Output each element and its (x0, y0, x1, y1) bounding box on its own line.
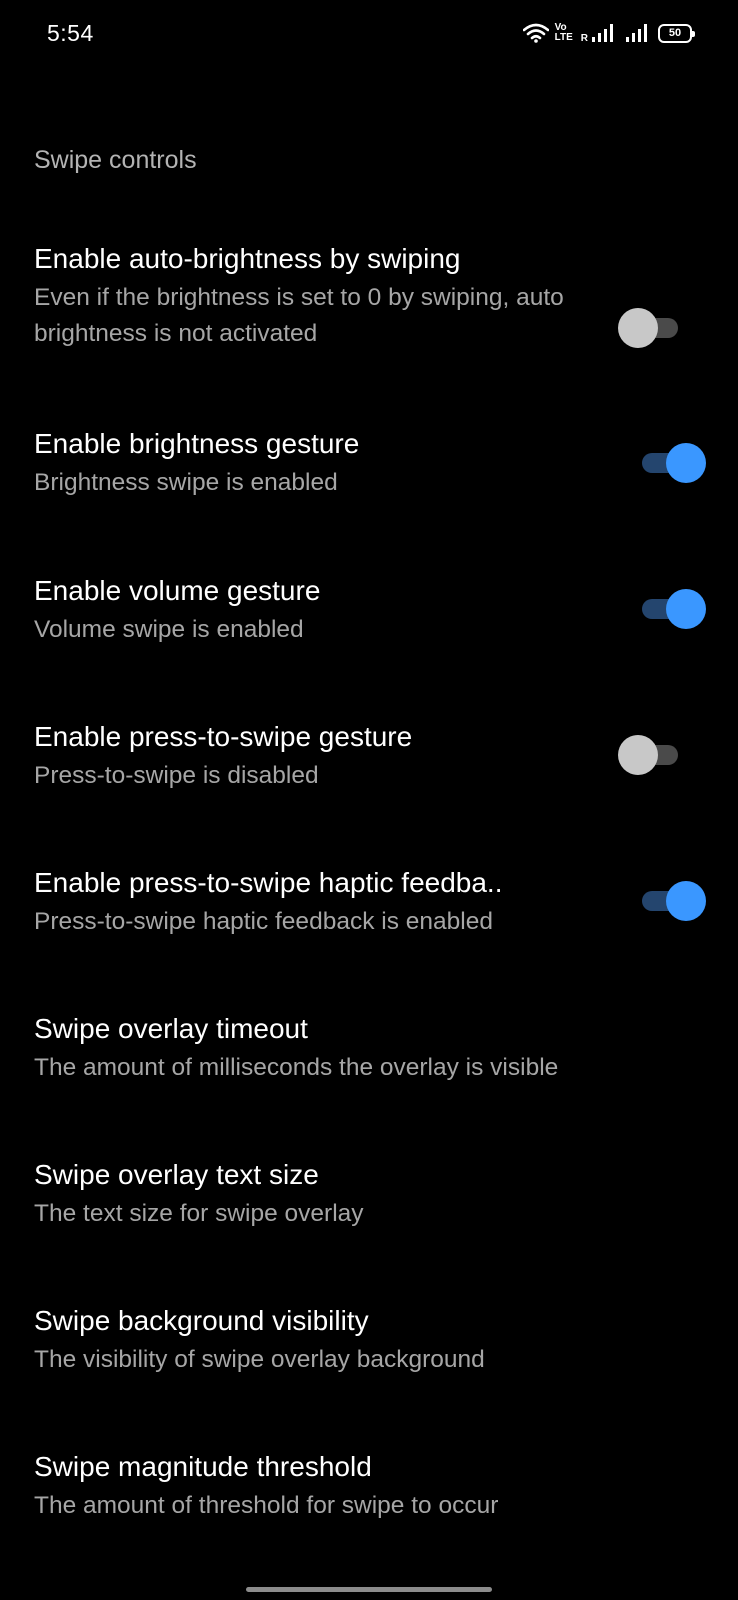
switch-thumb (618, 735, 658, 775)
press-to-swipe-haptic-switch[interactable] (636, 880, 706, 921)
wifi-icon (522, 23, 549, 43)
volume-gesture-switch[interactable] (636, 588, 706, 629)
pref-text: Enable press-to-swipe gesture Press-to-s… (34, 718, 608, 794)
battery-icon: 50 (658, 23, 695, 43)
auto-brightness-switch[interactable] (618, 307, 684, 348)
pref-auto-brightness[interactable]: Enable auto-brightness by swiping Even i… (0, 240, 738, 370)
switch-thumb (618, 308, 658, 348)
pref-overlay-text-size[interactable]: Swipe overlay text size The text size fo… (0, 1156, 738, 1256)
switch-thumb (666, 881, 706, 921)
pref-magnitude-threshold[interactable]: Swipe magnitude threshold The amount of … (0, 1448, 738, 1548)
section-title: Swipe controls (34, 146, 197, 174)
pref-press-to-swipe-haptic[interactable]: Enable press-to-swipe haptic feedba.. Pr… (0, 864, 738, 964)
pref-background-visibility[interactable]: Swipe background visibility The visibili… (0, 1302, 738, 1402)
volte-bottom-label: LTE (554, 32, 573, 43)
pref-title: Enable auto-brightness by swiping (34, 243, 461, 274)
pref-summary: Volume swipe is enabled (34, 616, 304, 643)
signal-icon-sim2 (624, 23, 650, 43)
gesture-nav-handle[interactable] (246, 1587, 492, 1592)
pref-title: Enable brightness gesture (34, 428, 360, 459)
pref-title: Swipe magnitude threshold (34, 1451, 372, 1482)
pref-summary: Press-to-swipe is disabled (34, 762, 319, 789)
pref-summary: Brightness swipe is enabled (34, 469, 338, 496)
battery-level: 50 (668, 27, 682, 39)
roaming-indicator: R (580, 33, 588, 44)
brightness-gesture-switch[interactable] (636, 442, 706, 483)
pref-title: Swipe background visibility (34, 1305, 369, 1336)
pref-title: Enable volume gesture (34, 575, 321, 606)
pref-summary: The amount of milliseconds the overlay i… (34, 1054, 559, 1081)
pref-title: Swipe overlay text size (34, 1159, 319, 1190)
pref-summary: Even if the brightness is set to 0 by sw… (34, 284, 564, 347)
signal-icon-sim1 (592, 23, 616, 43)
status-time: 5:54 (47, 20, 94, 46)
pref-title: Swipe overlay timeout (34, 1013, 308, 1044)
pref-overlay-timeout[interactable]: Swipe overlay timeout The amount of mill… (0, 1010, 738, 1110)
pref-text: Enable auto-brightness by swiping Even i… (34, 240, 608, 352)
press-to-swipe-switch[interactable] (618, 734, 684, 775)
pref-press-to-swipe[interactable]: Enable press-to-swipe gesture Press-to-s… (0, 718, 738, 818)
pref-text: Enable brightness gesture Brightness swi… (34, 425, 608, 501)
pref-brightness-gesture[interactable]: Enable brightness gesture Brightness swi… (0, 425, 738, 525)
switch-thumb (666, 443, 706, 483)
pref-summary: The amount of threshold for swipe to occ… (34, 1492, 499, 1519)
pref-text: Swipe overlay text size The text size fo… (34, 1156, 698, 1232)
volte-icon: Vo LTE (555, 23, 573, 43)
pref-title: Enable press-to-swipe haptic feedba.. (34, 867, 503, 898)
pref-text: Swipe magnitude threshold The amount of … (34, 1448, 698, 1524)
status-icons: Vo LTE R 50 (515, 18, 695, 48)
switch-thumb (666, 589, 706, 629)
pref-summary: The text size for swipe overlay (34, 1200, 364, 1227)
pref-summary: Press-to-swipe haptic feedback is enable… (34, 908, 493, 935)
pref-text: Swipe overlay timeout The amount of mill… (34, 1010, 698, 1086)
pref-text: Swipe background visibility The visibili… (34, 1302, 698, 1378)
pref-text: Enable volume gesture Volume swipe is en… (34, 572, 608, 648)
status-bar: 5:54 Vo LTE R 50 (0, 0, 738, 70)
pref-text: Enable press-to-swipe haptic feedba.. Pr… (34, 864, 608, 940)
pref-summary: The visibility of swipe overlay backgrou… (34, 1346, 485, 1373)
pref-volume-gesture[interactable]: Enable volume gesture Volume swipe is en… (0, 572, 738, 672)
pref-title: Enable press-to-swipe gesture (34, 721, 413, 752)
